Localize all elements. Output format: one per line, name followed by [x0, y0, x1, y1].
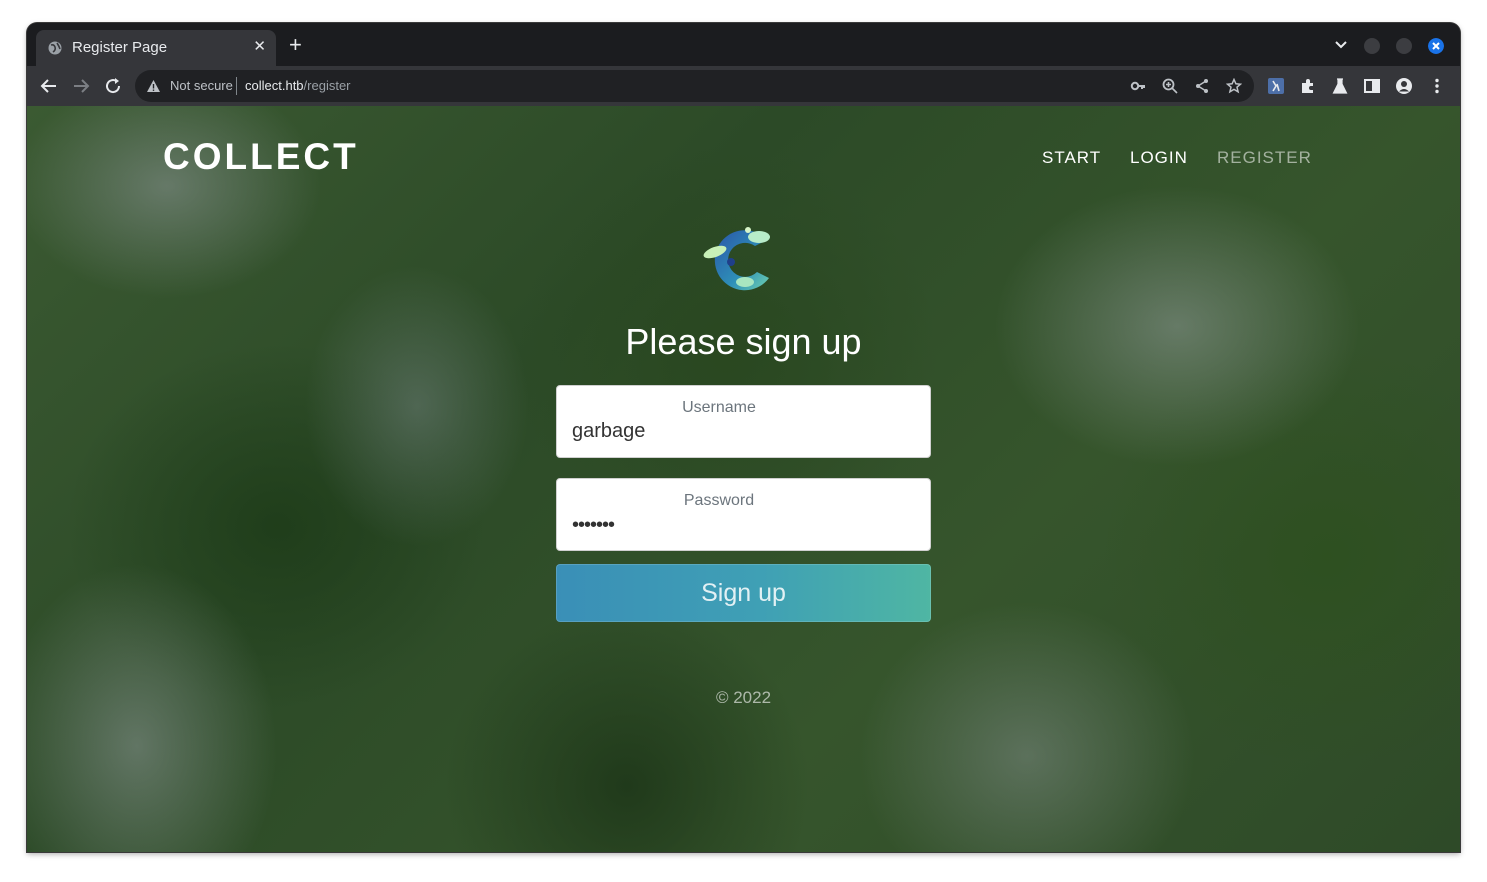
side-panel-icon[interactable]	[1364, 78, 1380, 94]
globe-icon	[48, 41, 62, 55]
username-label: Username	[682, 399, 756, 416]
reload-icon[interactable]	[104, 77, 122, 95]
nav-login[interactable]: LOGIN	[1130, 148, 1188, 168]
address-bar[interactable]: Not secure collect.htb/register	[135, 70, 1254, 102]
nav-register[interactable]: REGISTER	[1217, 148, 1312, 168]
share-icon[interactable]	[1194, 78, 1210, 94]
username-field[interactable]: Username garbage	[556, 385, 931, 458]
url-text[interactable]: collect.htb/register	[245, 78, 351, 93]
extension-wappalyzer-icon[interactable]	[1268, 78, 1284, 94]
sign-up-button[interactable]: Sign up	[556, 564, 931, 622]
tab-title: Register Page	[72, 39, 168, 56]
zoom-icon[interactable]	[1162, 78, 1178, 94]
browser-toolbar: Not secure collect.htb/register	[27, 66, 1460, 106]
collect-logo-icon	[703, 227, 770, 291]
labs-flask-icon[interactable]	[1332, 78, 1348, 94]
warning-icon[interactable]	[146, 79, 161, 93]
nav-start[interactable]: START	[1042, 148, 1101, 168]
site-brand[interactable]: COLLECT	[163, 136, 359, 178]
kebab-menu-icon[interactable]	[1429, 78, 1445, 94]
maximize-button[interactable]	[1396, 38, 1412, 54]
username-input[interactable]: garbage	[572, 420, 645, 443]
minimize-button[interactable]	[1364, 38, 1380, 54]
window-close-icon[interactable]	[1428, 38, 1444, 54]
extensions-puzzle-icon[interactable]	[1300, 78, 1316, 94]
chevron-down-icon[interactable]	[1334, 38, 1348, 52]
copyright-text: © 2022	[715, 688, 772, 707]
tab-strip: Register Page ✕ +	[27, 23, 1460, 66]
new-tab-button[interactable]: +	[289, 34, 302, 56]
password-label: Password	[683, 492, 755, 509]
tab-register-page[interactable]: Register Page ✕	[36, 30, 276, 66]
back-arrow-icon[interactable]	[40, 77, 58, 95]
star-icon[interactable]	[1226, 78, 1242, 94]
url-host: collect.htb	[245, 78, 304, 93]
browser-window: Register Page ✕ + Not secure collect.htb…	[27, 23, 1460, 852]
page-heading: Please sign up	[625, 321, 862, 362]
forward-arrow-icon[interactable]	[72, 77, 90, 95]
password-input[interactable]: •••••••	[572, 514, 615, 537]
profile-avatar-icon[interactable]	[1396, 78, 1412, 94]
key-icon[interactable]	[1130, 78, 1146, 94]
url-path: /register	[303, 78, 351, 93]
tab-close-icon[interactable]: ✕	[253, 37, 266, 55]
omnibox-divider	[236, 77, 237, 95]
password-field[interactable]: Password •••••••	[556, 478, 931, 551]
security-label[interactable]: Not secure	[170, 78, 233, 93]
page-content: COLLECT START LOGIN REGISTER Please sign…	[27, 106, 1460, 852]
